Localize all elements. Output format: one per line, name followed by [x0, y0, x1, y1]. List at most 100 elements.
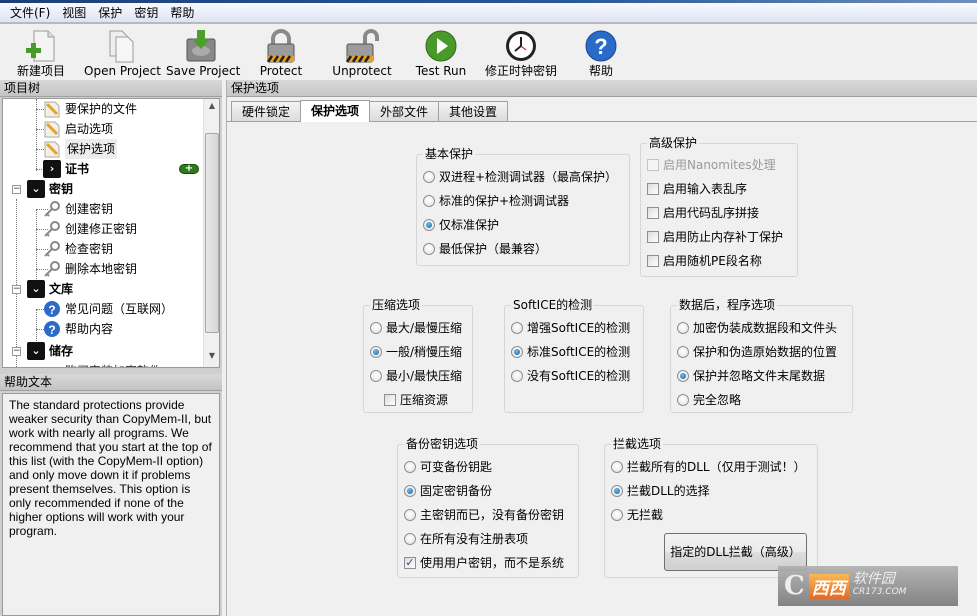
help-icon: ?	[584, 29, 618, 63]
key-icon	[43, 362, 61, 367]
basic-option-standard-debugger[interactable]: 标准的保护+检测调试器	[423, 192, 569, 210]
menu-help[interactable]: 帮助	[164, 3, 200, 23]
overlay-encrypt[interactable]: 加密伪装成数据段和文件头	[677, 319, 837, 337]
add-certificate-button[interactable]: +	[179, 164, 199, 174]
tree-item-faq[interactable]: ? 常见问题（互联网）	[43, 299, 173, 319]
collapse-store-toggle[interactable]: −	[12, 347, 21, 356]
tab-other-settings[interactable]: 其他设置	[438, 101, 509, 121]
fix-clock-key-button[interactable]: 修正时钟密钥	[484, 29, 558, 78]
menu-bar: 文件(F) 视图 保护 密钥 帮助	[0, 3, 977, 24]
collapse-keys-toggle[interactable]: −	[12, 185, 21, 194]
scroll-down-arrow[interactable]: ▼	[204, 351, 219, 365]
softice-none[interactable]: 没有SoftICE的检测	[511, 367, 630, 385]
tree-item-help-contents[interactable]: ? 帮助内容	[43, 319, 113, 339]
use-user-key-checkbox[interactable]: ✓ 使用用户密钥，而不是系统	[404, 554, 564, 572]
compression-min[interactable]: 最小/最快压缩	[370, 367, 462, 385]
tree-item-files-to-protect[interactable]: 要保护的文件	[43, 99, 137, 119]
unlock-icon	[345, 29, 379, 63]
tree-item-certificate[interactable]: › 证书	[43, 159, 89, 179]
adv-option-code-splice[interactable]: 启用代码乱序拼接	[647, 204, 759, 222]
open-project-button[interactable]: Open Project	[84, 29, 161, 78]
tab-external-files[interactable]: 外部文件	[369, 101, 440, 121]
menu-protect[interactable]: 保护	[92, 3, 128, 23]
intercept-none[interactable]: 无拦截	[611, 506, 663, 524]
clock-icon	[504, 29, 538, 63]
backup-key-group: 备份密钥选项 可变备份钥匙 固定密钥备份 主密钥而已，没有备份密钥 在所有没有注…	[397, 437, 579, 578]
key-icon	[43, 200, 61, 218]
adv-option-memory-patch[interactable]: 启用防止内存补丁保护	[647, 228, 783, 246]
backup-no-registry[interactable]: 在所有没有注册表项	[404, 530, 528, 548]
project-tree: 要保护的文件 启动选项 保护选项 › 证书 + − ⌄ 密钥 创建密钥 创建修正…	[2, 98, 220, 368]
pencil-document-icon	[43, 120, 61, 138]
tree-item-library[interactable]: ⌄ 文库	[27, 279, 73, 299]
tree-item-startup-options[interactable]: 启动选项	[43, 119, 113, 139]
adv-option-import-shuffle[interactable]: 启用输入表乱序	[647, 180, 747, 198]
help-icon: ?	[43, 320, 61, 338]
project-tree-header: 项目树	[0, 80, 222, 97]
toolbar: 新建项目 Open Project Save Project Protect U…	[0, 26, 977, 80]
menu-view[interactable]: 视图	[56, 3, 92, 23]
svg-text:?: ?	[48, 303, 55, 317]
tab-content: 基本保护 双进程+检测调试器（最高保护） 标准的保护+检测调试器 仅标准保护 最…	[227, 121, 977, 616]
adv-option-random-pe[interactable]: 启用随机PE段名称	[647, 252, 762, 270]
key-icon	[43, 260, 61, 278]
backup-master-only[interactable]: 主密钥而已，没有备份密钥	[404, 506, 564, 524]
new-project-button[interactable]: 新建项目	[14, 29, 68, 78]
basic-option-minimum[interactable]: 最低保护（最兼容）	[423, 240, 547, 258]
tab-bar: 硬件锁定 保护选项 外部文件 其他设置	[231, 100, 509, 122]
chevron-down-icon: ⌄	[27, 180, 45, 198]
basic-option-dual-process[interactable]: 双进程+检测调试器（最高保护）	[423, 168, 617, 186]
help-button[interactable]: ? 帮助	[584, 29, 618, 78]
tree-item-buy[interactable]: 购买安装加密软件	[43, 361, 161, 367]
compression-max[interactable]: 最大/最慢压缩	[370, 319, 462, 337]
backup-variable[interactable]: 可变备份钥匙	[404, 458, 492, 476]
key-icon	[43, 220, 61, 238]
overlay-protect-ignore[interactable]: 保护并忽略文件末尾数据	[677, 367, 825, 385]
scrollbar-thumb[interactable]	[205, 133, 219, 333]
help-text-body: The standard protections provide weaker …	[2, 393, 220, 616]
softice-standard[interactable]: 标准SoftICE的检测	[511, 343, 630, 361]
tree-item-create-fix-key[interactable]: 创建修正密钥	[43, 219, 137, 239]
intercept-options-group: 拦截选项 拦截所有的DLL（仅用于测试！） 拦截DLL的选择 无拦截 指定的DL…	[604, 437, 818, 578]
softice-enhanced[interactable]: 增强SoftICE的检测	[511, 319, 630, 337]
compression-normal[interactable]: 一般/稍慢压缩	[370, 343, 462, 361]
overlay-protect-fake[interactable]: 保护和伪造原始数据的位置	[677, 343, 837, 361]
unprotect-button[interactable]: Unprotect	[332, 29, 392, 78]
tab-hardware-lock[interactable]: 硬件锁定	[231, 101, 302, 121]
protect-button[interactable]: Protect	[257, 29, 305, 78]
collapse-library-toggle[interactable]: −	[12, 285, 21, 294]
menu-keys[interactable]: 密钥	[128, 3, 164, 23]
basic-protection-group: 基本保护 双进程+检测调试器（最高保护） 标准的保护+检测调试器 仅标准保护 最…	[416, 147, 630, 266]
tree-scrollbar[interactable]: ▲ ▼	[203, 99, 219, 367]
save-project-button[interactable]: Save Project	[166, 29, 240, 78]
tab-protection-options[interactable]: 保护选项	[300, 100, 371, 122]
intercept-all-dlls[interactable]: 拦截所有的DLL（仅用于测试！）	[611, 458, 806, 476]
pencil-document-icon	[43, 100, 61, 118]
new-project-icon	[24, 29, 58, 63]
tree-item-delete-local-key[interactable]: 删除本地密钥	[43, 259, 137, 279]
menu-file[interactable]: 文件(F)	[4, 3, 56, 23]
main-title: 保护选项	[227, 80, 977, 97]
overlay-ignore-all[interactable]: 完全忽略	[677, 391, 741, 409]
adv-option-nanomites[interactable]: 启用Nanomites处理	[647, 156, 776, 174]
chevron-right-icon: ›	[43, 160, 61, 178]
tree-item-check-key[interactable]: 检查密钥	[43, 239, 113, 259]
svg-text:?: ?	[594, 34, 607, 59]
tree-item-store[interactable]: ⌄ 储存	[27, 341, 73, 361]
backup-fixed[interactable]: 固定密钥备份	[404, 482, 492, 500]
intercept-selected-dlls[interactable]: 拦截DLL的选择	[611, 482, 710, 500]
compress-resources-checkbox[interactable]: 压缩资源	[384, 391, 448, 409]
pencil-document-icon	[43, 140, 61, 158]
scroll-up-arrow[interactable]: ▲	[204, 101, 219, 115]
left-panel: 项目树 要保护的文件 启动选项 保护选项 › 证书 + − ⌄ 密钥 创建密钥 …	[0, 80, 222, 616]
advanced-protection-group: 高级保护 启用Nanomites处理 启用输入表乱序 启用代码乱序拼接 启用防止…	[640, 136, 798, 277]
tree-item-create-key[interactable]: 创建密钥	[43, 199, 113, 219]
play-icon	[424, 29, 458, 63]
tree-item-keys[interactable]: ⌄ 密钥	[27, 179, 73, 199]
overlay-options-group: 数据后，程序选项 加密伪装成数据段和文件头 保护和伪造原始数据的位置 保护并忽略…	[670, 298, 853, 413]
tree-item-protection-options[interactable]: 保护选项	[43, 139, 118, 159]
softice-group: SoftICE的检测 增强SoftICE的检测 标准SoftICE的检测 没有S…	[504, 298, 644, 413]
test-run-button[interactable]: Test Run	[414, 29, 468, 78]
basic-option-standard-only[interactable]: 仅标准保护	[423, 216, 499, 234]
key-icon	[43, 240, 61, 258]
